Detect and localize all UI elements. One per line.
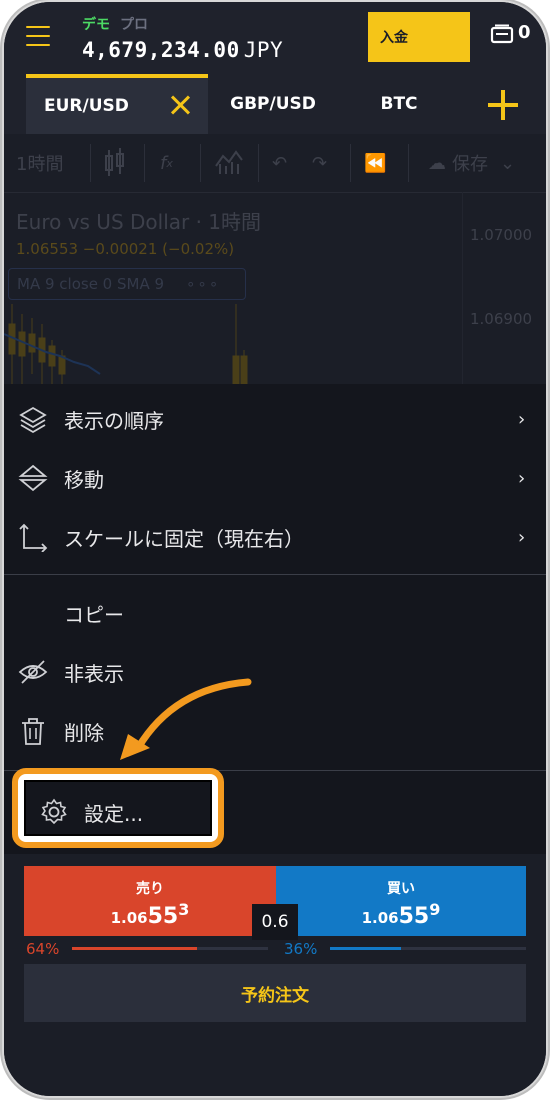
tab-label: EUR/USD — [44, 96, 129, 116]
balance-value: 4,679,234.00 — [82, 38, 240, 62]
menu-item-label: コピー — [64, 602, 124, 627]
chart-area[interactable]: 1時間 fx ↶ ↷ ⏪ ☁ 保存 ⌄ Euro vs US Dollar · … — [4, 134, 546, 384]
layers-icon — [19, 406, 47, 434]
menu-item-label: 削除 — [64, 720, 104, 745]
price-level: 1.07000 — [470, 226, 533, 244]
spread-value: 0.6 — [252, 904, 298, 940]
wallet-icon[interactable] — [490, 24, 514, 44]
buy-label: 買い — [387, 881, 415, 897]
redo-icon[interactable]: ↷ — [312, 134, 327, 192]
gear-icon — [41, 798, 67, 825]
tab-btc[interactable]: BTC — [354, 74, 444, 134]
settings-highlight: 設定... — [12, 768, 224, 848]
menu-item-label: 移動 — [64, 467, 104, 492]
interval-selector[interactable]: 1時間 — [16, 134, 63, 192]
symbol-quote: 1.06553 −0.00021 (−0.02%) — [16, 240, 235, 258]
symbol-title: Euro vs US Dollar · 1時間 — [16, 210, 262, 234]
tab-gbpusd[interactable]: GBP/USD — [218, 74, 328, 134]
indicator-label: MA 9 close 0 SMA 9 — [17, 275, 165, 293]
menu-item-pin-scale[interactable]: スケールに固定（現在右） › — [4, 508, 546, 566]
buy-sentiment-pct: 36% — [284, 940, 318, 958]
more-icon[interactable]: ∘∘∘ — [186, 275, 220, 293]
undo-icon[interactable]: ↶ — [272, 134, 287, 192]
menu-item-label: 表示の順序 — [64, 408, 164, 433]
menu-item-copy[interactable]: コピー — [4, 584, 546, 642]
menu-item-delete[interactable]: 削除 — [4, 702, 546, 760]
app-header: デモ プロ 4,679,234.00 JPY 入金 0 — [4, 2, 546, 74]
move-icon — [18, 464, 48, 492]
save-button[interactable]: ☁ 保存 ⌄ — [428, 134, 515, 192]
indicators-icon[interactable]: fx — [160, 134, 173, 192]
sell-label: 売り — [136, 881, 164, 897]
add-tab-icon[interactable] — [488, 90, 518, 120]
chevron-down-icon: ⌄ — [500, 152, 516, 174]
chevron-right-icon: › — [518, 526, 526, 548]
compare-icon[interactable] — [214, 134, 244, 192]
menu-item-hide[interactable]: 非表示 — [4, 643, 546, 701]
wallet-count: 0 — [518, 22, 531, 43]
instrument-tabs: EUR/USD GBP/USD BTC — [4, 74, 546, 134]
account-balance: 4,679,234.00 JPY — [82, 38, 283, 62]
pending-order-button[interactable]: 予約注文 — [24, 964, 526, 1022]
buy-sentiment-bar — [330, 947, 401, 950]
menu-item-settings[interactable]: 設定... — [24, 780, 212, 836]
account-mode[interactable]: デモ プロ — [82, 14, 148, 34]
menu-item-move[interactable]: 移動 › — [4, 449, 546, 507]
save-label: 保存 — [452, 154, 488, 175]
sell-sentiment-bar — [72, 947, 197, 950]
eye-off-icon — [18, 660, 48, 684]
sell-price: 1.06553 — [110, 900, 190, 929]
menu-item-label: スケールに固定（現在右） — [64, 526, 304, 551]
chevron-right-icon: › — [518, 467, 526, 489]
close-icon[interactable] — [170, 95, 190, 115]
phone-frame: デモ プロ 4,679,234.00 JPY 入金 0 EUR/USD GBP/US… — [4, 2, 546, 1096]
sell-sentiment-pct: 64% — [26, 940, 60, 958]
candlestick-icon[interactable] — [102, 134, 128, 192]
trade-panel: 売り 1.06553 買い 1.06559 0.6 64% 36% 予約注文 — [4, 854, 546, 1096]
tab-eurusd[interactable]: EUR/USD — [26, 74, 208, 134]
replay-icon[interactable]: ⏪ — [364, 134, 386, 192]
trash-icon — [22, 718, 44, 745]
chevron-right-icon: › — [518, 408, 526, 430]
axis-icon — [19, 523, 48, 552]
pointer-arrow — [120, 678, 252, 760]
candles-preview — [4, 304, 248, 384]
balance-currency: JPY — [243, 38, 284, 62]
mode-pro-label[interactable]: プロ — [120, 17, 148, 33]
buy-price: 1.06559 — [361, 900, 441, 929]
deposit-button[interactable]: 入金 — [368, 12, 470, 62]
buy-button[interactable]: 買い 1.06559 — [276, 866, 526, 936]
cloud-icon: ☁ — [428, 152, 446, 174]
sell-button[interactable]: 売り 1.06553 — [24, 866, 276, 936]
context-menu: 表示の順序 › 移動 › スケールに固定（現在右） › コピー 非表示 削除 設… — [4, 384, 546, 854]
menu-item-display-order[interactable]: 表示の順序 › — [4, 390, 546, 448]
menu-icon[interactable] — [26, 26, 50, 46]
chart-toolbar: 1時間 fx ↶ ↷ ⏪ ☁ 保存 ⌄ — [4, 134, 546, 193]
mode-demo-label[interactable]: デモ — [82, 17, 110, 33]
menu-item-label: 設定... — [84, 802, 144, 826]
price-level: 1.06900 — [470, 310, 533, 328]
